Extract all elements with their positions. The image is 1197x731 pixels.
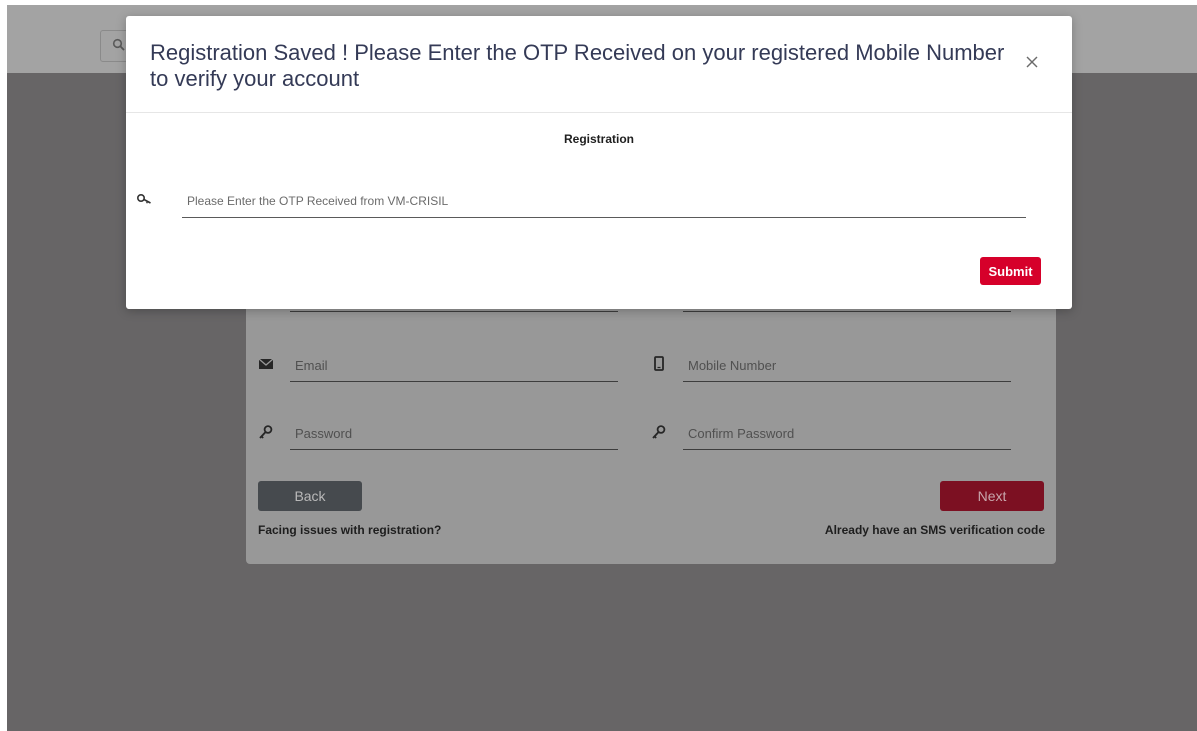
envelope-icon [258, 358, 274, 369]
mobile-number-field[interactable]: Mobile Number [651, 350, 1011, 382]
otp-input[interactable] [182, 184, 1026, 218]
search-icon [112, 38, 125, 51]
password-field[interactable]: Password [258, 418, 618, 450]
registration-issues-link[interactable]: Facing issues with registration? [258, 523, 441, 537]
close-icon[interactable] [1024, 54, 1040, 70]
modal-header: Registration Saved ! Please Enter the OT… [126, 16, 1072, 113]
key-icon [652, 425, 666, 439]
key-icon [259, 425, 273, 439]
back-button[interactable]: Back [258, 481, 362, 511]
submit-button[interactable]: Submit [980, 257, 1041, 285]
password-placeholder: Password [295, 426, 353, 441]
confirm-password-field[interactable]: Confirm Password [651, 418, 1011, 450]
confirm-password-placeholder: Confirm Password [688, 426, 795, 441]
modal-title: Registration Saved ! Please Enter the OT… [150, 40, 1005, 91]
modal-section-heading: Registration [563, 132, 634, 146]
hidden-field-underline [290, 311, 618, 312]
mobile-phone-icon [654, 356, 664, 371]
key-icon [136, 193, 151, 204]
next-button[interactable]: Next [940, 481, 1044, 511]
password-underline [290, 449, 618, 450]
hidden-field-underline [683, 311, 1011, 312]
email-underline [290, 381, 618, 382]
confirm-password-underline [683, 449, 1011, 450]
mobile-number-underline [683, 381, 1011, 382]
otp-verification-modal: Registration Saved ! Please Enter the OT… [126, 16, 1072, 309]
mobile-number-placeholder: Mobile Number [688, 358, 777, 373]
email-placeholder: Email [295, 358, 328, 373]
email-field[interactable]: Email [258, 350, 618, 382]
sms-verification-link[interactable]: Already have an SMS verification code [825, 523, 1045, 537]
